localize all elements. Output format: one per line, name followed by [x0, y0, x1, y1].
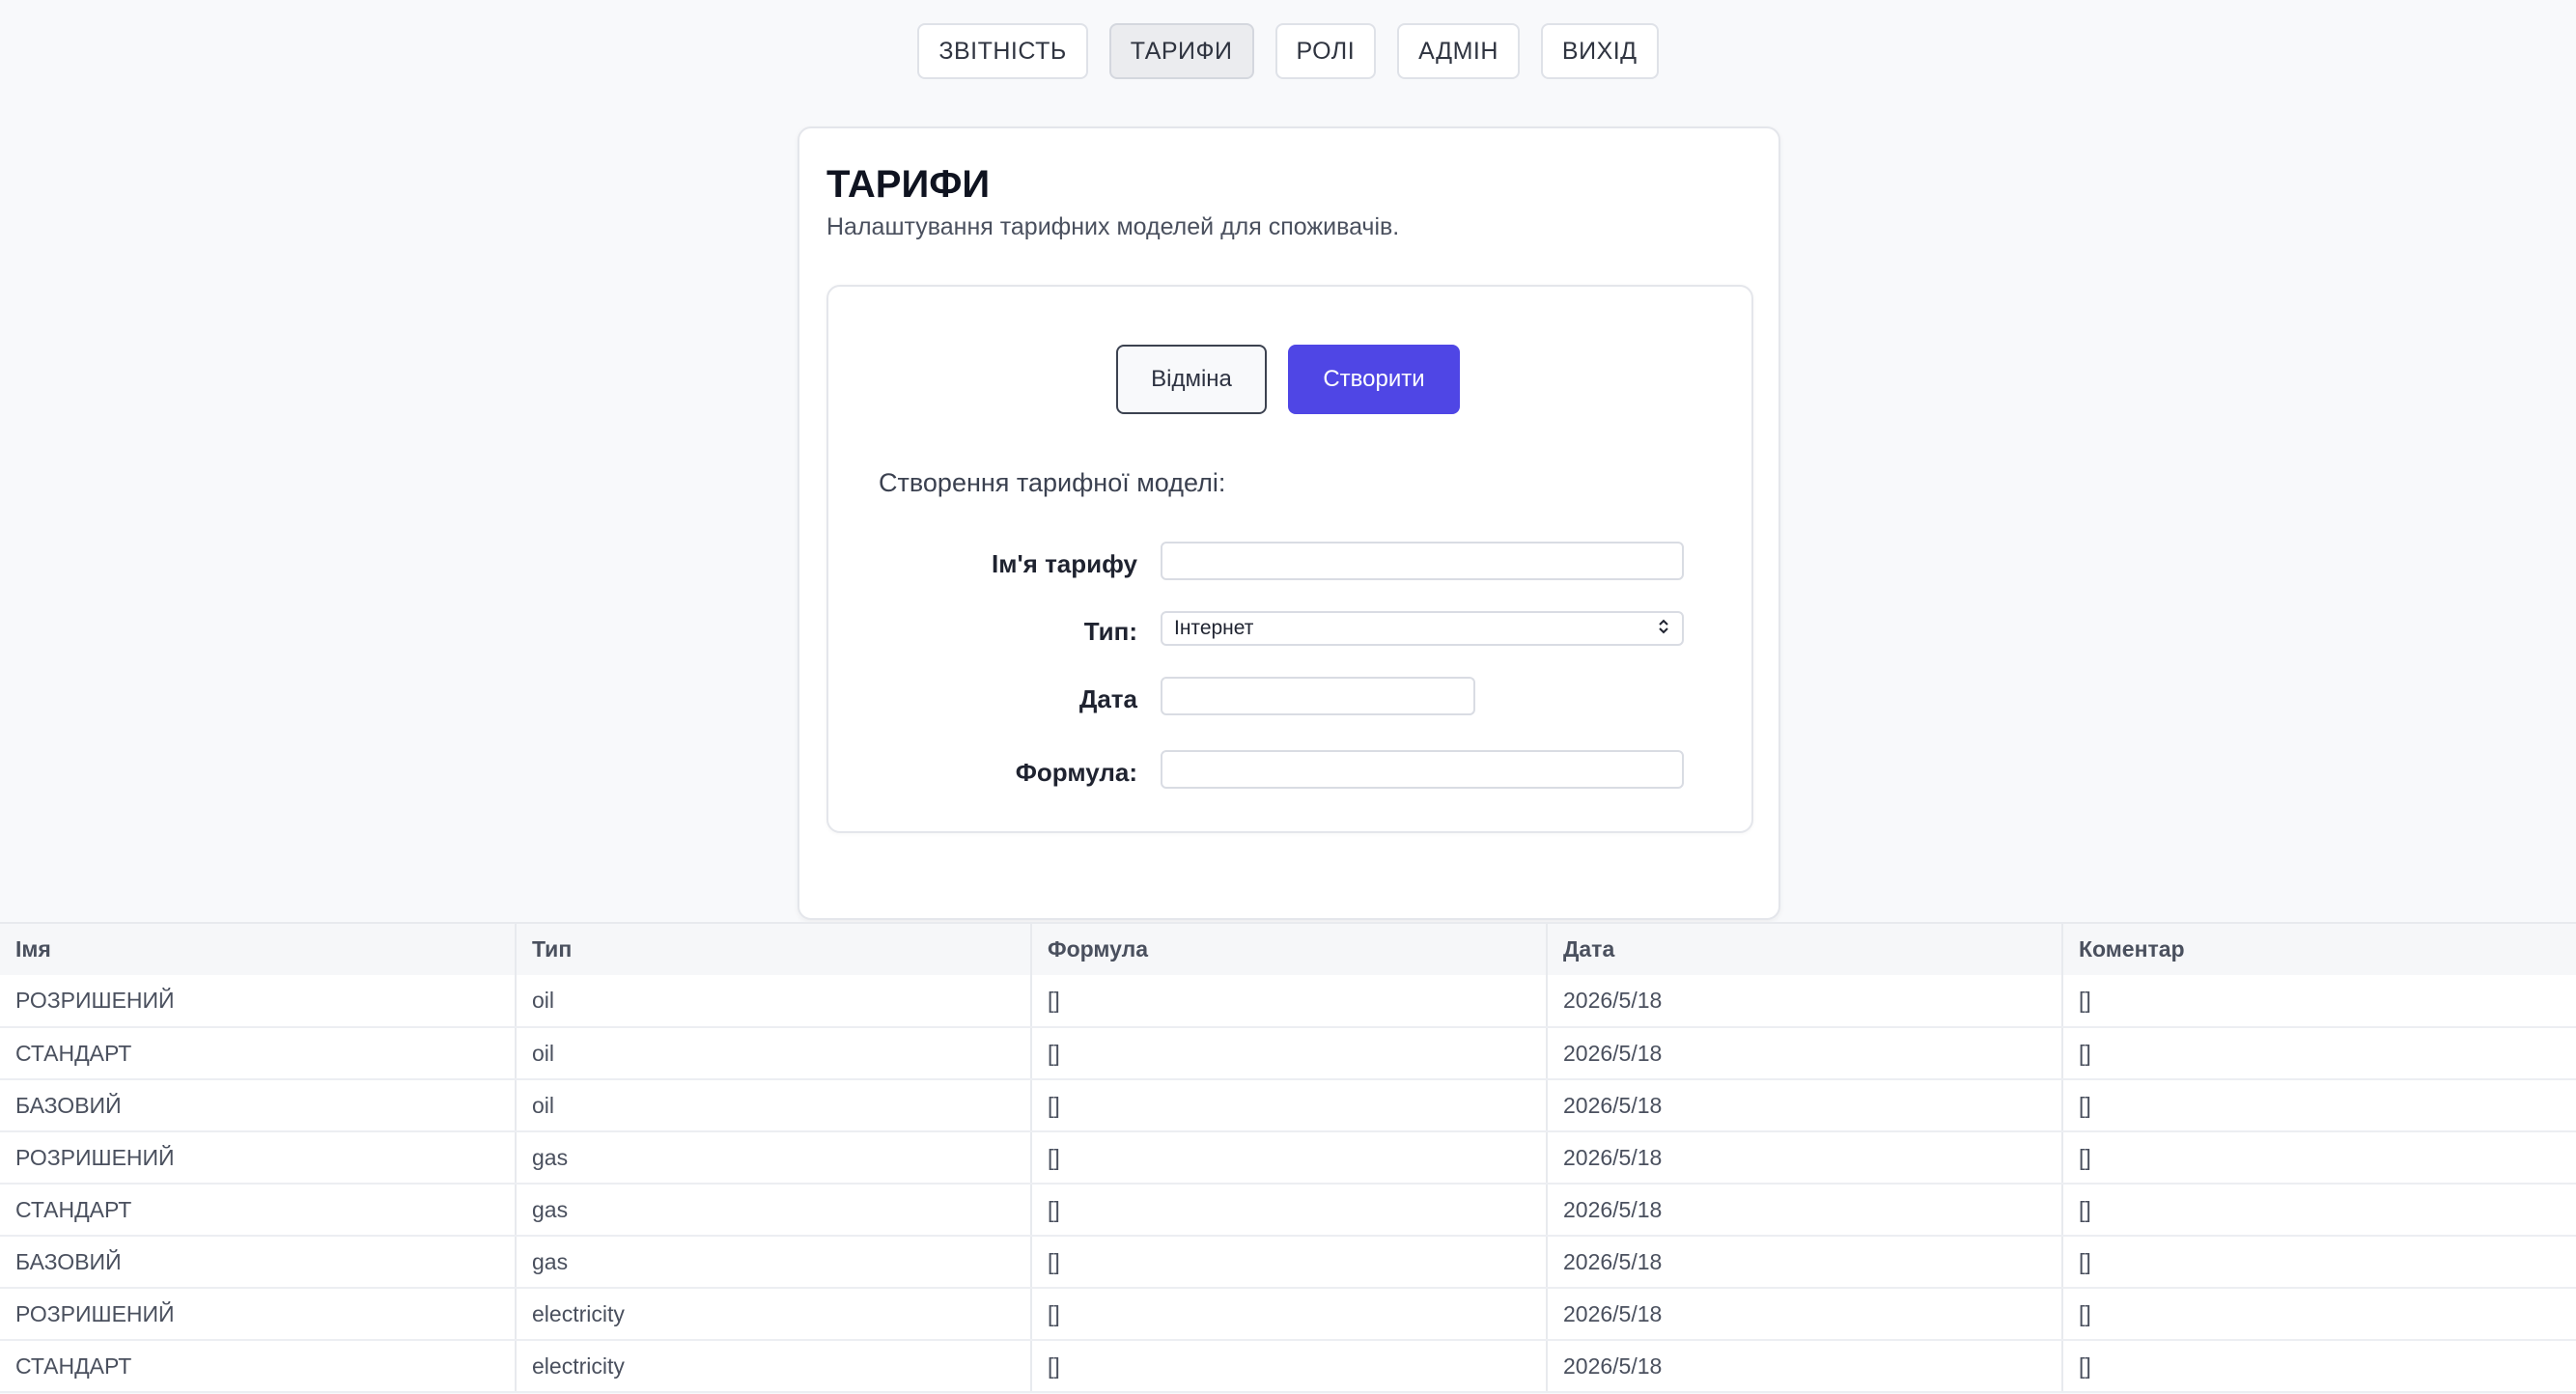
cell-comment: []: [2062, 1131, 2576, 1185]
cell-type: gas: [516, 1184, 1032, 1237]
tariff-type-select[interactable]: Інтернет: [1161, 611, 1684, 646]
cell-comment: []: [2062, 975, 2576, 1028]
tariff-type-label: Тип:: [1083, 617, 1137, 646]
tariffs-table: Імя Тип Формула Дата Коментар РОЗРИШЕНИЙ…: [0, 922, 2576, 1393]
cell-type: electricity: [516, 1340, 1032, 1393]
cell-formula: []: [1031, 975, 1548, 1028]
cell-date: 2026/5/18: [1547, 1340, 2063, 1393]
cell-name: РОЗРИШЕНИЙ: [0, 975, 517, 1028]
table-row[interactable]: СТАНДАРТ oil [] 2026/5/18 []: [0, 1027, 2576, 1080]
nav-roles-button[interactable]: РОЛІ: [1274, 23, 1377, 79]
cell-comment: []: [2062, 1288, 2576, 1341]
cell-name: СТАНДАРТ: [0, 1027, 517, 1080]
cell-comment: []: [2062, 1027, 2576, 1080]
tariff-date-input[interactable]: [1161, 677, 1475, 715]
cell-formula: []: [1031, 1288, 1548, 1341]
cell-name: БАЗОВИЙ: [0, 1079, 517, 1132]
col-header-name[interactable]: Імя: [0, 922, 517, 975]
page-subtitle: Налаштування тарифних моделей для спожив…: [826, 213, 1400, 240]
table-row[interactable]: БАЗОВИЙ oil [] 2026/5/18 []: [0, 1079, 2576, 1132]
col-header-type[interactable]: Тип: [516, 922, 1032, 975]
nav-logout-button[interactable]: ВИХІД: [1540, 23, 1659, 79]
create-button[interactable]: Створити: [1288, 345, 1460, 414]
col-header-formula[interactable]: Формула: [1031, 922, 1548, 975]
top-navigation: ЗВІТНІСТЬ ТАРИФИ РОЛІ АДМІН ВИХІД: [0, 23, 2576, 79]
cell-formula: []: [1031, 1340, 1548, 1393]
col-header-comment[interactable]: Коментар: [2062, 922, 2576, 975]
page-title: ТАРИФИ: [826, 163, 991, 206]
cell-type: oil: [516, 975, 1032, 1028]
cell-comment: []: [2062, 1184, 2576, 1237]
cell-date: 2026/5/18: [1547, 1184, 2063, 1237]
nav-reports-button[interactable]: ЗВІТНІСТЬ: [917, 23, 1088, 79]
cell-type: gas: [516, 1131, 1032, 1185]
tariff-type-value: Інтернет: [1174, 617, 1254, 639]
tariff-formula-label: Формула:: [1015, 758, 1137, 787]
cell-type: electricity: [516, 1288, 1032, 1341]
cell-date: 2026/5/18: [1547, 1027, 2063, 1080]
cell-formula: []: [1031, 1236, 1548, 1289]
col-header-date[interactable]: Дата: [1547, 922, 2063, 975]
cell-name: РОЗРИШЕНИЙ: [0, 1288, 517, 1341]
cell-formula: []: [1031, 1131, 1548, 1185]
tariff-date-label: Дата: [1078, 684, 1137, 713]
nav-tariffs-button[interactable]: ТАРИФИ: [1108, 23, 1254, 79]
cell-date: 2026/5/18: [1547, 1131, 2063, 1185]
nav-admin-button[interactable]: АДМІН: [1397, 23, 1520, 79]
cell-formula: []: [1031, 1184, 1548, 1237]
cell-type: oil: [516, 1027, 1032, 1080]
form-section-label: Створення тарифної моделі:: [879, 468, 1226, 497]
chevron-up-down-icon: [1657, 617, 1670, 640]
tariff-name-label: Ім'я тарифу: [992, 549, 1137, 578]
cell-type: oil: [516, 1079, 1032, 1132]
table-row[interactable]: СТАНДАРТ electricity [] 2026/5/18 []: [0, 1340, 2576, 1393]
cell-date: 2026/5/18: [1547, 1079, 2063, 1132]
cell-formula: []: [1031, 1079, 1548, 1132]
table-row[interactable]: СТАНДАРТ gas [] 2026/5/18 []: [0, 1184, 2576, 1237]
table-row[interactable]: БАЗОВИЙ gas [] 2026/5/18 []: [0, 1236, 2576, 1289]
cancel-button[interactable]: Відміна: [1116, 345, 1267, 414]
cell-date: 2026/5/18: [1547, 975, 2063, 1028]
tariffs-card: ТАРИФИ Налаштування тарифних моделей для…: [798, 126, 1780, 920]
cell-comment: []: [2062, 1079, 2576, 1132]
tariff-formula-input[interactable]: [1161, 750, 1684, 789]
cell-name: СТАНДАРТ: [0, 1184, 517, 1237]
table-row[interactable]: РОЗРИШЕНИЙ oil [] 2026/5/18 []: [0, 975, 2576, 1028]
table-row[interactable]: РОЗРИШЕНИЙ electricity [] 2026/5/18 []: [0, 1288, 2576, 1341]
cell-name: РОЗРИШЕНИЙ: [0, 1131, 517, 1185]
cell-type: gas: [516, 1236, 1032, 1289]
cell-comment: []: [2062, 1236, 2576, 1289]
table-header-row: Імя Тип Формула Дата Коментар: [0, 922, 2576, 975]
cell-name: СТАНДАРТ: [0, 1340, 517, 1393]
cell-name: БАЗОВИЙ: [0, 1236, 517, 1289]
cell-date: 2026/5/18: [1547, 1288, 2063, 1341]
table-row[interactable]: РОЗРИШЕНИЙ gas [] 2026/5/18 []: [0, 1131, 2576, 1185]
cell-comment: []: [2062, 1340, 2576, 1393]
create-tariff-form: Відміна Створити Створення тарифної моде…: [826, 285, 1753, 833]
tariff-name-input[interactable]: [1161, 542, 1684, 580]
cell-formula: []: [1031, 1027, 1548, 1080]
cell-date: 2026/5/18: [1547, 1236, 2063, 1289]
